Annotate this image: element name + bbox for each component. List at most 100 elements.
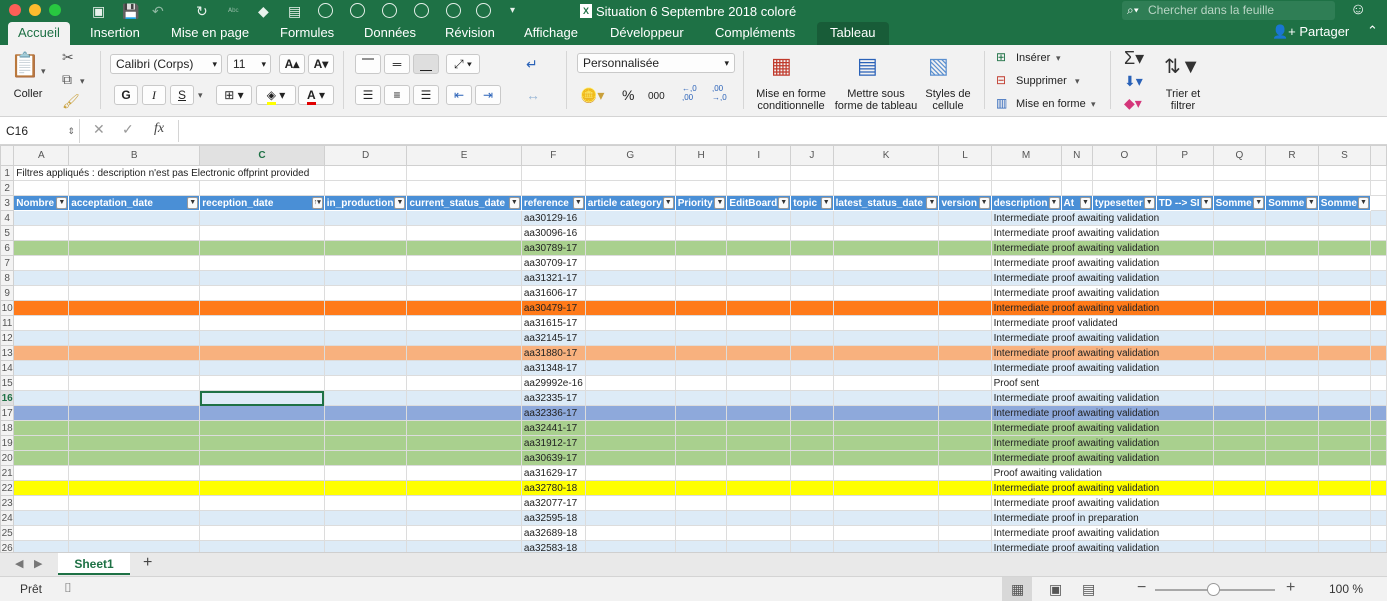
- table-header-cell[interactable]: Nombre ▼: [13, 195, 70, 211]
- grid-cell[interactable]: [1370, 225, 1387, 241]
- grid-cell[interactable]: [584, 240, 676, 256]
- grid-cell[interactable]: [1212, 405, 1267, 421]
- insert-dropdown-icon[interactable]: ▾: [1056, 52, 1061, 64]
- grid-cell[interactable]: [13, 405, 70, 421]
- align-top-button[interactable]: ⎺: [355, 54, 381, 74]
- increase-font-size-button[interactable]: A▴: [279, 54, 305, 74]
- grid-cell[interactable]: [1265, 390, 1319, 406]
- grid-cell[interactable]: [938, 165, 992, 181]
- grid-cell[interactable]: [584, 180, 676, 196]
- grid-cell[interactable]: [68, 270, 201, 286]
- grid-cell[interactable]: [790, 495, 834, 511]
- format-painter-icon[interactable]: 🖌: [62, 93, 80, 109]
- close-window-button[interactable]: [9, 4, 21, 16]
- reference-cell[interactable]: aa31912-17: [520, 435, 586, 451]
- grid-cell[interactable]: [1265, 315, 1319, 331]
- filter-dropdown-icon[interactable]: ▼: [572, 197, 584, 209]
- grid-cell[interactable]: [68, 360, 201, 376]
- decrease-font-size-button[interactable]: A▾: [308, 54, 334, 74]
- grid-cell[interactable]: [1265, 510, 1319, 526]
- grid-cell[interactable]: [832, 255, 940, 271]
- grid-cell[interactable]: [674, 225, 728, 241]
- grid-cell[interactable]: [1265, 285, 1319, 301]
- row-header[interactable]: 10: [0, 300, 15, 316]
- column-header[interactable]: D: [323, 145, 408, 166]
- filter-dropdown-icon[interactable]: ▼: [187, 197, 199, 209]
- grid-cell[interactable]: [584, 420, 676, 436]
- grid-cell[interactable]: [1155, 165, 1214, 181]
- grid-cell[interactable]: [584, 540, 676, 552]
- grid-cell[interactable]: [1212, 465, 1267, 481]
- grid-cell[interactable]: [1212, 345, 1267, 361]
- percent-style-button[interactable]: %: [622, 87, 634, 103]
- conditional-formatting-label[interactable]: Mise en forme conditionnelle: [752, 88, 830, 114]
- insert-cells-icon[interactable]: ⊞: [996, 49, 1006, 65]
- grid-cell[interactable]: [584, 480, 676, 496]
- reference-cell[interactable]: aa32595-18: [520, 510, 586, 526]
- sort-filter-icon[interactable]: ⇅▼: [1164, 55, 1201, 79]
- grid-cell[interactable]: [790, 510, 834, 526]
- number-format-select[interactable]: Personnalisée ▾: [577, 53, 735, 73]
- grid-cell[interactable]: [68, 480, 201, 496]
- grid-cell[interactable]: [832, 450, 940, 466]
- grid-cell[interactable]: [1317, 240, 1372, 256]
- grid-cell[interactable]: [199, 540, 325, 552]
- grid-cell[interactable]: [199, 405, 325, 421]
- filter-dropdown-icon[interactable]: ▼: [778, 197, 790, 209]
- row-header[interactable]: 18: [0, 420, 15, 436]
- grid-cell[interactable]: [1317, 525, 1372, 541]
- copy-dropdown-icon[interactable]: ▾: [80, 73, 85, 89]
- grid-cell[interactable]: [199, 180, 325, 196]
- underline-button[interactable]: S: [170, 85, 194, 105]
- grid-cell[interactable]: [584, 525, 676, 541]
- grid-cell[interactable]: [13, 375, 70, 391]
- reference-cell[interactable]: aa32335-17: [520, 390, 586, 406]
- qat-circle-3-icon[interactable]: [382, 3, 397, 18]
- table-header-cell[interactable]: acceptation_date ▼: [68, 195, 201, 211]
- grid-cell[interactable]: [199, 330, 325, 346]
- orientation-button[interactable]: ⤢ ▾: [446, 54, 480, 74]
- reference-cell[interactable]: aa32583-18: [520, 540, 586, 552]
- grid-cell[interactable]: [790, 465, 834, 481]
- grid-cell[interactable]: [68, 525, 201, 541]
- grid-cell[interactable]: [68, 225, 201, 241]
- align-left-button[interactable]: ☰: [355, 85, 381, 105]
- grid-cell[interactable]: [938, 180, 992, 196]
- grid-cell[interactable]: [68, 300, 201, 316]
- reference-cell[interactable]: aa30129-16: [520, 210, 586, 226]
- grid-cell[interactable]: [726, 540, 792, 552]
- table-header-cell[interactable]: Priority ▼: [674, 195, 728, 211]
- filter-dropdown-icon[interactable]: ▼: [820, 197, 832, 209]
- grid-cell[interactable]: [1370, 510, 1387, 526]
- table-header-cell[interactable]: description ▼: [990, 195, 1062, 211]
- grid-cell[interactable]: [726, 525, 792, 541]
- grid-cell[interactable]: [832, 300, 940, 316]
- qat-tool-1-icon[interactable]: ◆: [258, 2, 269, 20]
- filter-dropdown-icon[interactable]: ▼: [1048, 197, 1060, 209]
- description-cell[interactable]: Intermediate proof awaiting validation: [990, 480, 1214, 496]
- grid-cell[interactable]: [790, 180, 834, 196]
- row-header[interactable]: 19: [0, 435, 15, 451]
- grid-cell[interactable]: [68, 465, 201, 481]
- paste-label[interactable]: Coller: [8, 88, 48, 100]
- fill-icon[interactable]: ⬇▾: [1124, 73, 1143, 89]
- grid-cell[interactable]: [13, 240, 70, 256]
- grid-cell[interactable]: [406, 315, 522, 331]
- grid-cell[interactable]: [674, 540, 728, 552]
- grid-cell[interactable]: [832, 210, 940, 226]
- column-header[interactable]: R: [1265, 145, 1319, 166]
- grid-cell[interactable]: [1370, 525, 1387, 541]
- grid-cell[interactable]: [1317, 315, 1372, 331]
- reference-cell[interactable]: aa30709-17: [520, 255, 586, 271]
- grid-cell[interactable]: [726, 390, 792, 406]
- grid-cell[interactable]: [938, 255, 992, 271]
- grid-cell[interactable]: [1317, 270, 1372, 286]
- select-all-corner[interactable]: [0, 145, 15, 166]
- delete-cells-label[interactable]: Supprimer: [1016, 75, 1067, 87]
- grid-cell[interactable]: [13, 450, 70, 466]
- row-header[interactable]: 22: [0, 480, 15, 496]
- grid-cell[interactable]: [726, 225, 792, 241]
- grid-cell[interactable]: [13, 435, 70, 451]
- grid-cell[interactable]: [938, 210, 992, 226]
- grid-cell[interactable]: [938, 495, 992, 511]
